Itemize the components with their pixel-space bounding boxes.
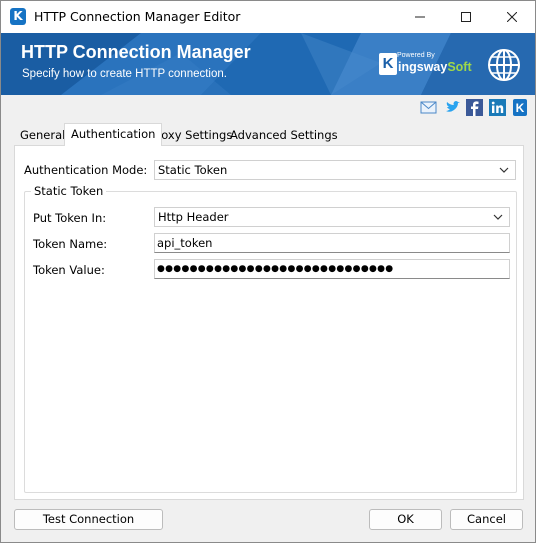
banner-subtitle: Specify how to create HTTP connection. <box>22 68 227 80</box>
tab-general[interactable]: General <box>14 125 71 145</box>
linkedin-icon[interactable] <box>489 99 506 116</box>
maximize-button[interactable] <box>443 1 489 33</box>
brand-name: ingswaySoft <box>398 60 472 74</box>
twitter-icon[interactable] <box>444 99 461 116</box>
tab-authentication[interactable]: Authentication <box>64 123 163 146</box>
maximize-icon <box>461 12 471 22</box>
token-value-label: Token Value: <box>33 263 105 277</box>
token-name-field[interactable]: api_token <box>154 233 510 253</box>
put-token-label: Put Token In: <box>33 211 107 225</box>
authentication-panel: Authentication Mode: Static Token Static… <box>14 145 524 500</box>
brand-k: K <box>379 53 397 75</box>
group-title: Static Token <box>31 184 107 198</box>
banner-title: HTTP Connection Manager <box>21 42 251 62</box>
close-icon <box>507 12 517 22</box>
minimize-icon <box>415 16 425 18</box>
put-token-value: Http Header <box>158 210 229 224</box>
auth-mode-value: Static Token <box>158 163 228 177</box>
app-icon: K <box>10 8 26 25</box>
dialog-window: K HTTP Connection Manager Editor HTTP Co… <box>0 0 536 543</box>
token-name-label: Token Name: <box>33 237 108 251</box>
auth-mode-label: Authentication Mode: <box>24 163 148 177</box>
chevron-down-icon <box>493 214 503 220</box>
tab-advanced-settings[interactable]: Advanced Settings <box>224 125 344 145</box>
token-value-field[interactable]: ●●●●●●●●●●●●●●●●●●●●●●●●●●●●● <box>154 259 510 279</box>
put-token-select[interactable]: Http Header <box>154 207 510 227</box>
test-connection-button[interactable]: Test Connection <box>14 509 163 530</box>
minimize-button[interactable] <box>397 1 443 33</box>
mail-icon[interactable] <box>420 99 437 116</box>
globe-icon <box>488 49 520 81</box>
title-bar: K HTTP Connection Manager Editor <box>1 1 535 33</box>
brand-powered-by: Powered By <box>397 52 435 59</box>
ok-button[interactable]: OK <box>369 509 442 530</box>
window-title: HTTP Connection Manager Editor <box>34 9 241 24</box>
auth-mode-select[interactable]: Static Token <box>154 160 516 180</box>
facebook-icon[interactable] <box>466 99 483 116</box>
cancel-button[interactable]: Cancel <box>450 509 523 530</box>
svg-text:K: K <box>516 101 525 115</box>
close-button[interactable] <box>489 1 535 33</box>
kingswaysoft-icon[interactable]: K <box>513 99 527 116</box>
kingswaysoft-logo: K Powered By ingswaySoft <box>379 49 472 81</box>
header-banner: HTTP Connection Manager Specify how to c… <box>1 33 535 95</box>
chevron-down-icon <box>499 167 509 173</box>
